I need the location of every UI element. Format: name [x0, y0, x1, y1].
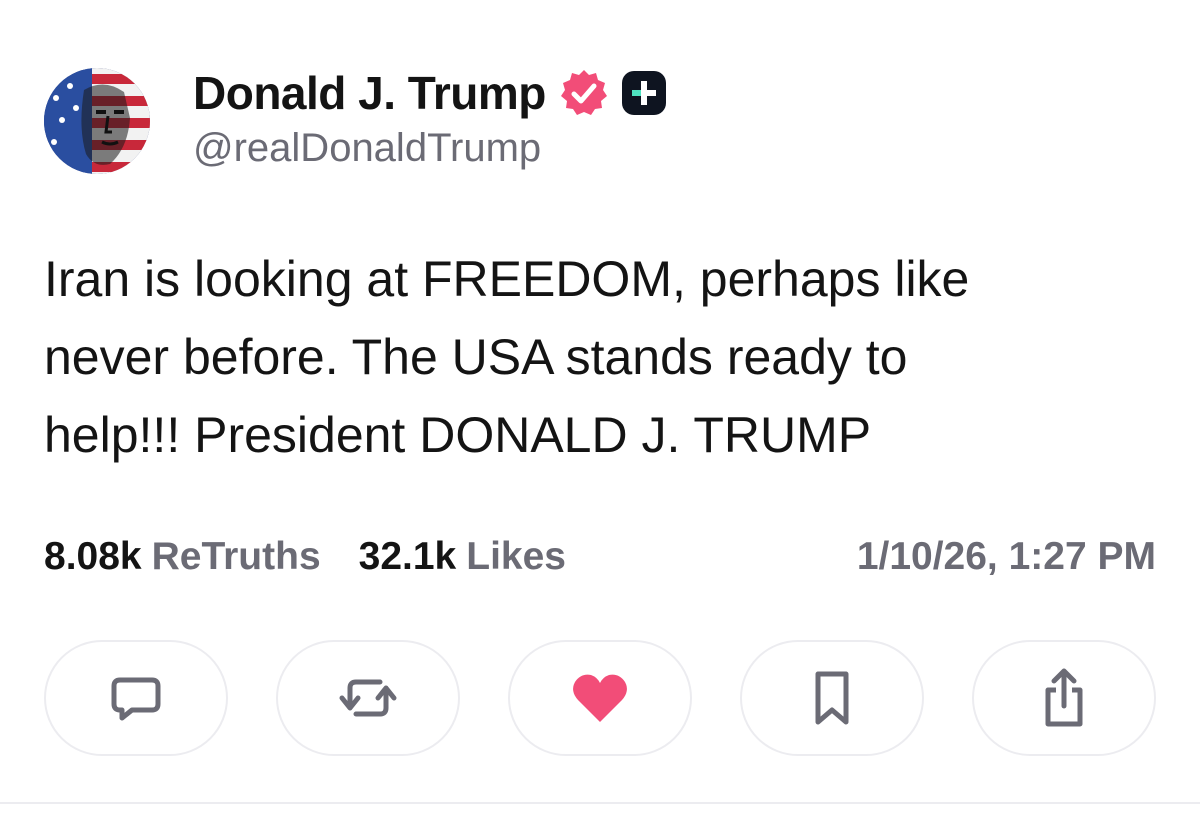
heart-icon: [573, 674, 627, 722]
divider: [0, 802, 1200, 804]
truth-plus-icon: [621, 71, 666, 115]
share-button[interactable]: [972, 640, 1156, 756]
verified-badge-icon: [560, 70, 607, 115]
post-stats: 8.08k ReTruths 32.1k Likes 1/10/26, 1:27…: [44, 532, 1156, 582]
avatar[interactable]: [44, 68, 150, 174]
post-timestamp[interactable]: 1/10/26, 1:27 PM: [857, 535, 1156, 579]
likes-count: 32.1k: [358, 535, 457, 578]
post-text-line: Iran is looking at FREEDOM, perhaps like: [44, 251, 970, 307]
retruths-label: ReTruths: [151, 535, 321, 578]
avatar-image: [44, 68, 150, 174]
like-button[interactable]: [508, 640, 692, 756]
comment-icon: [111, 677, 161, 721]
author-row: Donald J. Trump: [193, 64, 670, 122]
likes-stat[interactable]: 32.1k Likes: [359, 535, 566, 579]
retruths-count: 8.08k: [44, 535, 142, 578]
action-bar: [44, 640, 1156, 756]
post-text-line: help!!! President DONALD J. TRUMP: [44, 407, 872, 463]
display-name[interactable]: Donald J. Trump: [193, 66, 546, 120]
post-text-line: never before. The USA stands ready to: [44, 329, 908, 385]
share-icon: [1045, 668, 1083, 727]
likes-label: Likes: [466, 535, 566, 578]
truth-post: Donald J. Trump @realDonaldTrump Iran is…: [0, 0, 1200, 828]
post-text: Iran is looking at FREEDOM, perhaps like…: [44, 240, 1164, 474]
retruth-button[interactable]: [276, 640, 460, 756]
reply-button[interactable]: [44, 640, 228, 756]
repost-icon: [339, 679, 397, 717]
retruths-stat[interactable]: 8.08k ReTruths: [44, 535, 321, 579]
user-handle[interactable]: @realDonaldTrump: [193, 126, 541, 171]
bookmark-button[interactable]: [740, 640, 924, 756]
bookmark-icon: [815, 671, 849, 725]
